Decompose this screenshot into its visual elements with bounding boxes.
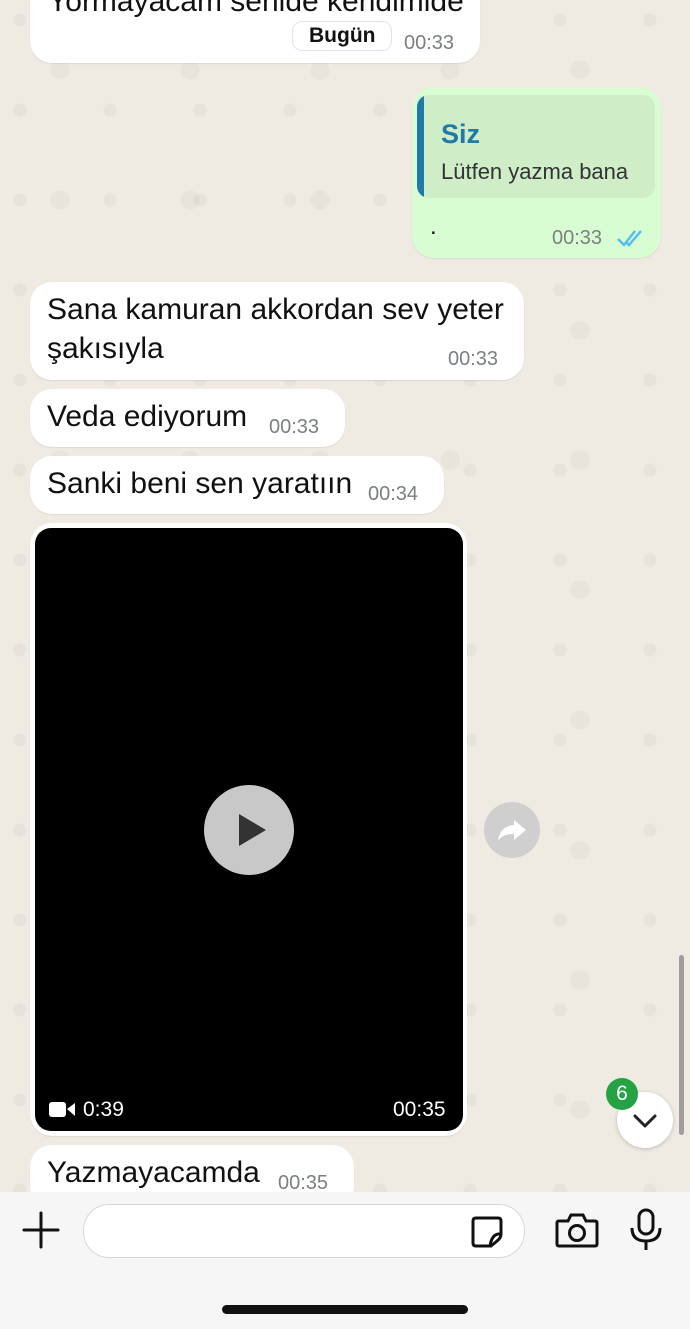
- incoming-message[interactable]: Sanki beni sen yaratıın 00:34: [30, 456, 444, 514]
- message-time: 00:35: [393, 1098, 446, 1121]
- forward-button[interactable]: [484, 802, 540, 858]
- incoming-message[interactable]: Yazmayacamda 00:35: [30, 1145, 354, 1192]
- message-time: 00:33: [404, 32, 455, 54]
- sticker-icon[interactable]: [470, 1215, 504, 1254]
- message-time: 00:33: [269, 416, 320, 438]
- incoming-message[interactable]: Sana kamuran akkordan sev yeter şakısıyl…: [30, 282, 524, 380]
- incoming-message[interactable]: Yormayacam senide kendimide Bugün 00:33: [30, 0, 480, 63]
- quoted-reply[interactable]: Siz Lütfen yazma bana: [417, 95, 655, 198]
- home-indicator[interactable]: [222, 1305, 468, 1314]
- microphone-icon[interactable]: [628, 1208, 664, 1257]
- video-camera-icon: [49, 1101, 75, 1123]
- unread-count-badge: 6: [606, 1078, 638, 1110]
- chat-area[interactable]: Yormayacam senide kendimide Bugün 00:33 …: [0, 0, 690, 1192]
- message-text: Sanki beni sen yaratıın: [47, 467, 353, 500]
- message-text: Veda ediyorum: [47, 400, 248, 433]
- message-text-line-1: Sana kamuran akkordan sev yeter: [47, 293, 504, 326]
- quote-bar: [417, 95, 424, 198]
- video-thumbnail[interactable]: 0:39 00:35: [35, 528, 463, 1131]
- message-input[interactable]: [83, 1204, 525, 1258]
- message-time: 00:34: [368, 483, 419, 505]
- incoming-video-message[interactable]: 0:39 00:35: [30, 523, 467, 1136]
- day-badge: Bugün: [292, 21, 393, 51]
- double-check-icon: [616, 227, 646, 254]
- message-time: 00:33: [448, 348, 499, 370]
- forward-icon: [498, 820, 526, 841]
- message-text: Yazmayacamda: [47, 1156, 260, 1189]
- message-time: 00:33: [552, 227, 603, 249]
- message-text: Yormayacam senide kendimide: [48, 0, 464, 18]
- outgoing-message[interactable]: Siz Lütfen yazma bana . 00:33: [412, 87, 661, 258]
- camera-icon[interactable]: [555, 1212, 599, 1253]
- quote-sender: Siz: [441, 119, 481, 149]
- incoming-message[interactable]: Veda ediyorum 00:33: [30, 389, 345, 447]
- plus-icon[interactable]: [22, 1211, 60, 1254]
- play-button[interactable]: [204, 785, 294, 875]
- quote-text: Lütfen yazma bana: [441, 159, 629, 184]
- scrollbar[interactable]: [679, 955, 684, 1135]
- message-text-line-2: şakısıyla: [47, 332, 164, 365]
- video-duration: 0:39: [83, 1098, 124, 1121]
- message-time: 00:35: [278, 1172, 329, 1192]
- play-icon: [239, 814, 266, 846]
- message-text: .: [430, 213, 437, 240]
